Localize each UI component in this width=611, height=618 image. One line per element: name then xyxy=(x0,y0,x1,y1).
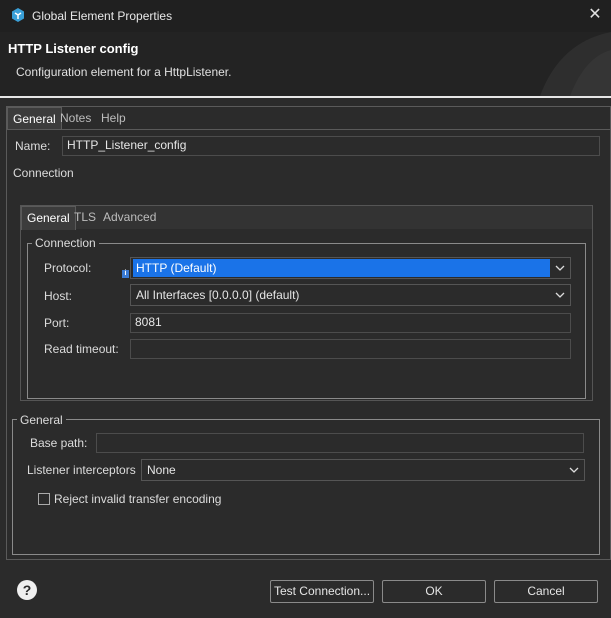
reject-invalid-transfer-encoding-checkbox[interactable] xyxy=(38,493,50,505)
connection-group-title: Connection xyxy=(32,236,99,250)
tab-divider xyxy=(7,129,610,130)
chevron-down-icon xyxy=(555,265,565,271)
base-path-label: Base path: xyxy=(30,436,88,450)
tab-general[interactable]: General xyxy=(7,107,62,130)
listener-interceptors-select[interactable]: None xyxy=(141,459,585,481)
inner-tab-advanced[interactable]: Advanced xyxy=(98,206,161,229)
close-icon[interactable]: ✕ xyxy=(585,5,605,25)
ok-button[interactable]: OK xyxy=(382,580,486,603)
port-label: Port: xyxy=(44,316,70,330)
header-title: HTTP Listener config xyxy=(8,41,139,56)
header-separator xyxy=(0,96,611,98)
dialog-header: HTTP Listener config Configuration eleme… xyxy=(0,32,611,96)
info-icon: i xyxy=(122,270,129,278)
test-connection-button[interactable]: Test Connection... xyxy=(270,580,374,603)
connection-config-panel: General TLS Advanced Connection Protocol… xyxy=(20,205,593,401)
connection-section-label: Connection xyxy=(13,166,74,180)
general-group-title: General xyxy=(17,413,66,427)
host-label: Host: xyxy=(44,289,73,303)
tab-notes[interactable]: Notes xyxy=(55,107,96,129)
header-decoration xyxy=(540,32,611,96)
tab-help[interactable]: Help xyxy=(96,107,131,129)
mule-app-icon xyxy=(12,8,24,22)
cancel-button[interactable]: Cancel xyxy=(494,580,598,603)
inner-tab-tls[interactable]: TLS xyxy=(69,206,101,229)
port-input[interactable]: 8081 xyxy=(130,313,571,333)
name-label: Name: xyxy=(15,139,51,153)
header-description: Configuration element for a HttpListener… xyxy=(16,65,232,79)
help-icon[interactable]: ? xyxy=(17,580,37,600)
read-timeout-input[interactable] xyxy=(130,339,571,359)
protocol-label: Protocol: xyxy=(44,261,92,275)
reject-invalid-transfer-encoding-label: Reject invalid transfer encoding xyxy=(54,492,222,506)
title-bar: Global Element Properties ✕ xyxy=(0,0,611,32)
host-select[interactable]: All Interfaces [0.0.0.0] (default) xyxy=(130,284,571,306)
base-path-input[interactable] xyxy=(96,433,584,453)
host-value: All Interfaces [0.0.0.0] (default) xyxy=(136,288,300,302)
chevron-down-icon xyxy=(569,467,579,473)
window-title: Global Element Properties xyxy=(32,9,173,23)
listener-interceptors-label: Listener interceptors xyxy=(27,463,136,477)
inner-tab-general[interactable]: General xyxy=(21,206,76,230)
protocol-value: HTTP (Default) xyxy=(133,259,550,277)
name-input[interactable]: HTTP_Listener_config xyxy=(62,136,600,156)
protocol-select[interactable]: HTTP (Default) xyxy=(130,257,571,279)
listener-interceptors-value: None xyxy=(147,463,176,477)
chevron-down-icon xyxy=(555,292,565,298)
read-timeout-label: Read timeout: xyxy=(44,342,119,356)
properties-panel: General Notes Help Name: HTTP_Listener_c… xyxy=(6,106,611,560)
